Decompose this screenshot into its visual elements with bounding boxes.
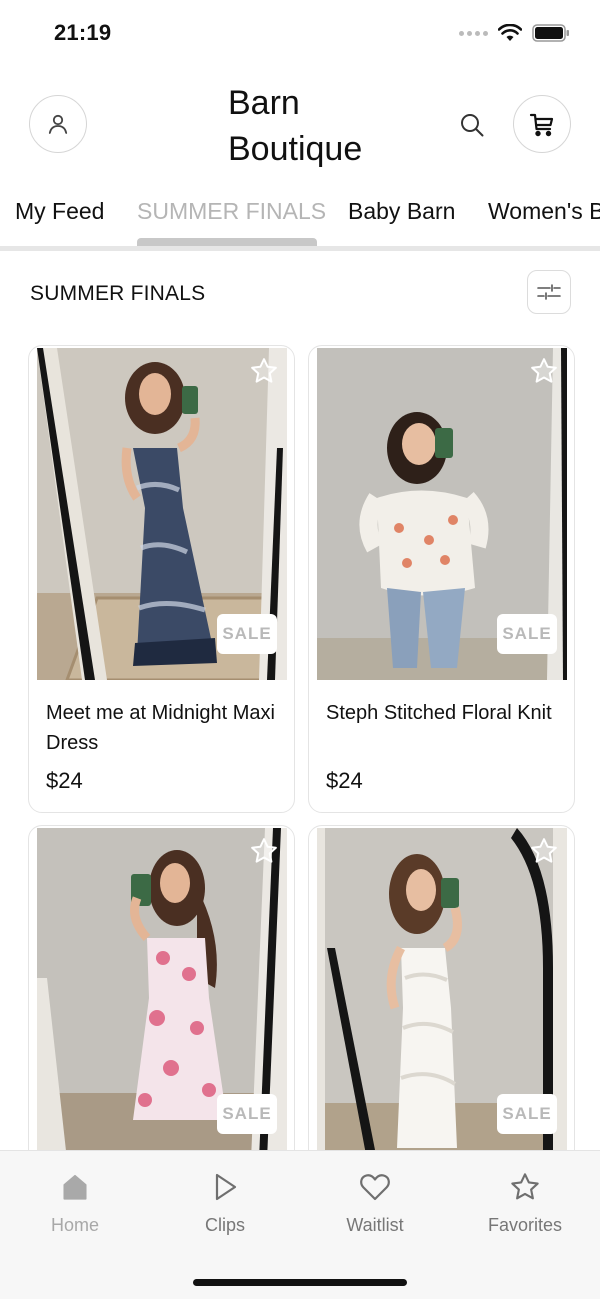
home-indicator xyxy=(193,1279,407,1286)
favorite-button[interactable] xyxy=(527,834,561,868)
tab-baby-barn[interactable]: Baby Barn xyxy=(348,198,455,225)
sale-badge: SALE xyxy=(217,1094,277,1134)
nav-waitlist-label: Waitlist xyxy=(346,1215,404,1235)
favorite-button[interactable] xyxy=(247,354,281,388)
sale-badge: SALE xyxy=(497,614,557,654)
nav-home[interactable]: Home xyxy=(15,1167,135,1236)
product-photo: SALE xyxy=(317,348,567,680)
search-button[interactable] xyxy=(455,108,489,142)
star-icon xyxy=(511,1173,539,1200)
status-time: 21:19 xyxy=(54,20,112,45)
star-outline-icon xyxy=(531,838,557,863)
brand-line-1: Barn xyxy=(228,84,300,122)
favorite-button[interactable] xyxy=(527,354,561,388)
search-icon xyxy=(461,114,484,137)
star-outline-icon xyxy=(251,838,277,863)
sale-badge: SALE xyxy=(217,614,277,654)
product-name[interactable]: Steph Stitched Floral Knit xyxy=(326,698,556,728)
wifi-icon xyxy=(498,24,522,41)
star-outline-icon xyxy=(251,358,277,383)
tab-summer-finals[interactable]: SUMMER FINALS xyxy=(137,198,326,225)
status-icons xyxy=(459,24,570,42)
sale-badge: SALE xyxy=(497,1094,557,1134)
cellular-signal-icon xyxy=(459,30,488,36)
product-name[interactable]: Meet me at Midnight Maxi Dress xyxy=(46,698,276,758)
category-tabs: My Feed SUMMER FINALS Baby Barn Women's … xyxy=(0,184,600,252)
brand-title: Barn Boutique xyxy=(228,80,408,172)
product-photo: SALE xyxy=(317,828,567,1150)
nav-clips[interactable]: Clips xyxy=(165,1167,285,1236)
bottom-tab-bar: Home Clips Waitlist Favorites xyxy=(0,1150,600,1299)
nav-waitlist[interactable]: Waitlist xyxy=(315,1167,435,1236)
product-price: $24 xyxy=(46,768,83,793)
filter-button[interactable] xyxy=(527,270,571,314)
battery-icon xyxy=(532,24,569,42)
nav-home-label: Home xyxy=(50,1215,99,1235)
tab-womens[interactable]: Women's Boutique xyxy=(488,198,600,225)
product-photo: SALE xyxy=(37,828,287,1150)
product-price: $24 xyxy=(326,768,363,793)
product-card[interactable]: SALE xyxy=(28,825,295,1150)
tabs-divider xyxy=(0,246,600,251)
product-card[interactable]: SALE Steph Stitched Floral Knit $24 xyxy=(308,345,575,813)
heart-icon xyxy=(360,1174,390,1201)
tab-my-feed[interactable]: My Feed xyxy=(15,198,104,225)
product-card[interactable]: SALE xyxy=(308,825,575,1150)
app-header: Barn Boutique xyxy=(0,66,600,184)
sliders-icon xyxy=(537,284,561,300)
product-grid: SALE Meet me at Midnight Maxi Dress $24 xyxy=(0,345,600,1150)
favorite-button[interactable] xyxy=(247,834,281,868)
play-icon xyxy=(215,1173,237,1201)
home-icon xyxy=(63,1174,87,1200)
nav-favorites[interactable]: Favorites xyxy=(465,1167,585,1236)
section-title: SUMMER FINALS xyxy=(30,282,206,305)
cart-icon xyxy=(529,113,554,137)
nav-clips-label: Clips xyxy=(204,1215,245,1235)
profile-button[interactable] xyxy=(29,95,87,153)
product-card[interactable]: SALE Meet me at Midnight Maxi Dress $24 xyxy=(28,345,295,813)
status-bar: 21:19 xyxy=(0,0,600,66)
nav-favorites-label: Favorites xyxy=(487,1215,563,1235)
cart-button[interactable] xyxy=(513,95,571,153)
brand-line-2: Boutique xyxy=(228,130,363,168)
star-outline-icon xyxy=(531,358,557,383)
product-photo: SALE xyxy=(37,348,287,680)
user-icon xyxy=(48,114,68,134)
